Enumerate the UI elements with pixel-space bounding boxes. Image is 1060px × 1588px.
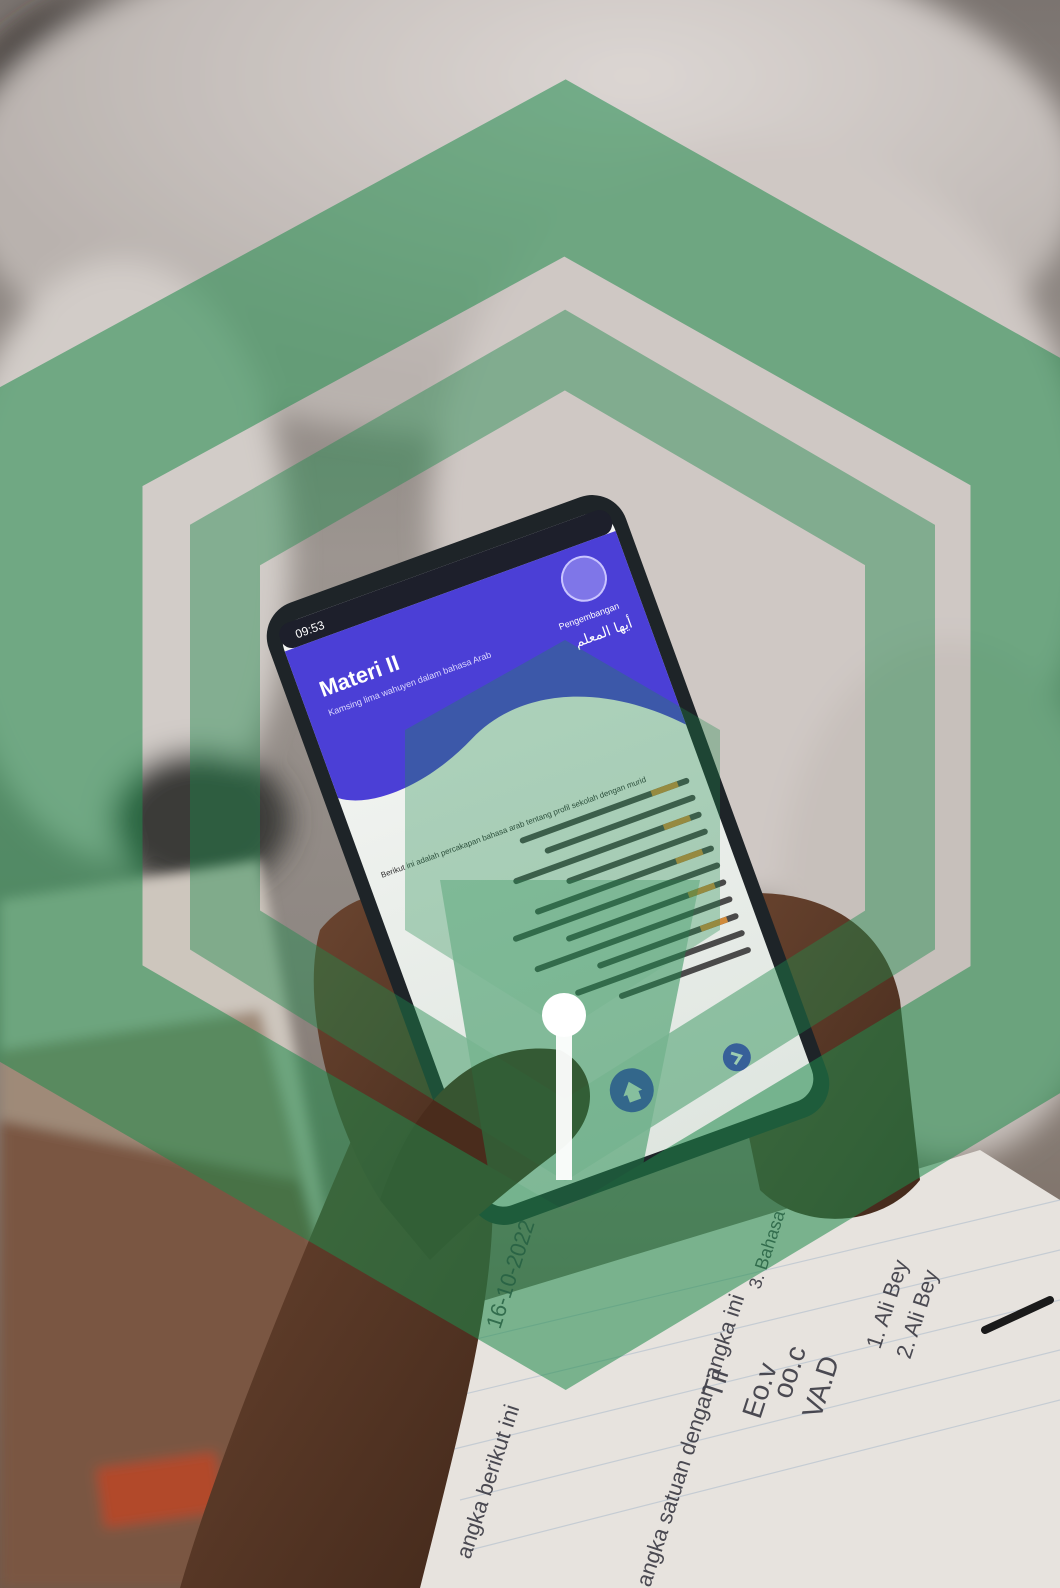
photo-scene: 16-10-2022 angka berikut ini angka satua… [0,0,1060,1588]
